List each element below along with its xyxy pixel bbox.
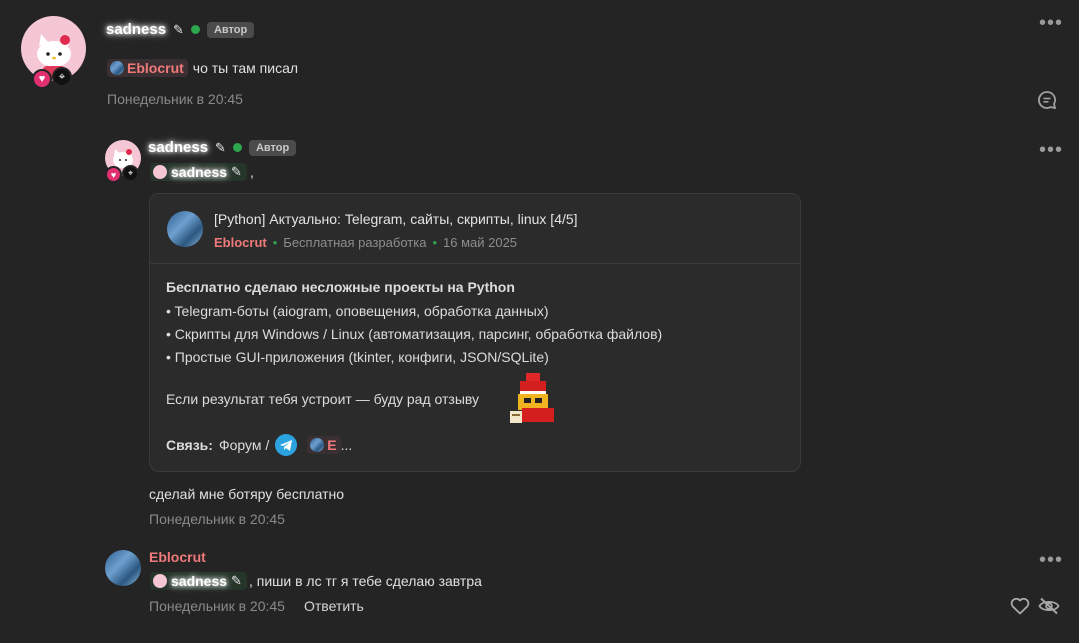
separator-dot: •: [432, 235, 437, 250]
message-time[interactable]: Понедельник в 20:45: [107, 91, 243, 107]
mention-avatar: [153, 165, 167, 179]
author-name[interactable]: sadness: [148, 139, 208, 156]
quote-footer: Если результат тебя устроит — буду рад о…: [166, 391, 480, 407]
contact-text: Форум /: [218, 437, 270, 453]
user-mention[interactable]: E: [307, 436, 341, 454]
message-text: чо ты там писал: [192, 60, 299, 76]
contact-label: Связь:: [166, 437, 213, 453]
mention-name: E: [327, 437, 337, 453]
quote-bullet: • Telegram-боты (aiogram, оповещения, об…: [166, 303, 549, 319]
mention-suffix: ,: [249, 164, 254, 180]
mention-avatar: [110, 61, 124, 75]
quote-bullet: • Простые GUI-приложения (tkinter, конфи…: [166, 349, 549, 365]
quote-bullet: • Скрипты для Windows / Linux (автоматиз…: [166, 326, 663, 342]
quote-heading: Бесплатно сделаю несложные проекты на Py…: [166, 279, 515, 295]
heart-badge-icon: ♥: [105, 166, 122, 183]
more-icon[interactable]: •••: [1039, 550, 1063, 570]
separator-dot: •: [272, 235, 278, 250]
pen-icon: ✎: [215, 139, 226, 155]
message-text: сделай мне ботяру бесплатно: [149, 486, 345, 502]
quote-header: [Python] Актуально: Telegram, сайты, скр…: [150, 194, 800, 264]
sticker-image: [508, 371, 558, 432]
quote-meta: Eblocrut • Бесплатная разработка • 16 май 20…: [214, 235, 517, 250]
crosshair-badge-icon: ⌖: [122, 165, 139, 182]
more-icon[interactable]: •••: [1039, 13, 1063, 33]
user-mention[interactable]: Eblocrut: [107, 59, 188, 77]
author-role-badge: Автор: [206, 21, 255, 38]
quote-category[interactable]: Бесплатная разработка: [283, 235, 426, 250]
author-role-badge: Автор: [248, 139, 297, 156]
quote-author-avatar[interactable]: [167, 211, 203, 247]
avatar-eblocrut[interactable]: [105, 550, 141, 586]
quoted-thread-card[interactable]: [Python] Актуально: Telegram, сайты, скр…: [149, 193, 801, 472]
mention-name: sadness: [171, 164, 228, 180]
online-status-icon: [190, 25, 200, 34]
message-time[interactable]: Понедельник в 20:45: [149, 598, 285, 614]
heart-badge-icon: ♥: [32, 69, 52, 89]
crosshair-badge-icon: ⌖: [52, 67, 72, 87]
user-mention[interactable]: sadness ✎: [150, 572, 247, 590]
heart-icon[interactable]: [1010, 597, 1030, 618]
eye-slash-icon[interactable]: [1038, 597, 1060, 618]
message-text: , пиши в лс тг я тебе сделаю завтра: [248, 573, 482, 589]
more-icon[interactable]: •••: [1039, 140, 1063, 160]
mention-name: Eblocrut: [127, 60, 184, 76]
quote-title[interactable]: [Python] Актуально: Telegram, сайты, скр…: [214, 211, 578, 227]
online-status-icon: [232, 143, 242, 152]
contact-ellipsis: ...: [340, 437, 353, 453]
mention-name: sadness: [171, 573, 228, 589]
pen-icon: ✎: [231, 164, 242, 179]
quote-author[interactable]: Eblocrut: [214, 235, 267, 250]
comment-icon[interactable]: [1037, 90, 1057, 113]
reply-button[interactable]: Ответить: [304, 598, 364, 614]
telegram-icon[interactable]: [275, 434, 298, 456]
quote-contact: Связь: Форум / E ...: [166, 434, 352, 456]
author-name[interactable]: sadness: [106, 21, 166, 38]
author-name[interactable]: Eblocrut: [149, 549, 206, 565]
mention-avatar: [153, 574, 167, 588]
pen-icon: ✎: [231, 573, 242, 588]
quote-date: 16 май 2025: [443, 235, 518, 250]
message-time[interactable]: Понедельник в 20:45: [149, 511, 285, 527]
mention-avatar: [310, 438, 325, 452]
user-mention[interactable]: sadness ✎: [150, 163, 247, 181]
pen-icon: ✎: [173, 21, 184, 37]
